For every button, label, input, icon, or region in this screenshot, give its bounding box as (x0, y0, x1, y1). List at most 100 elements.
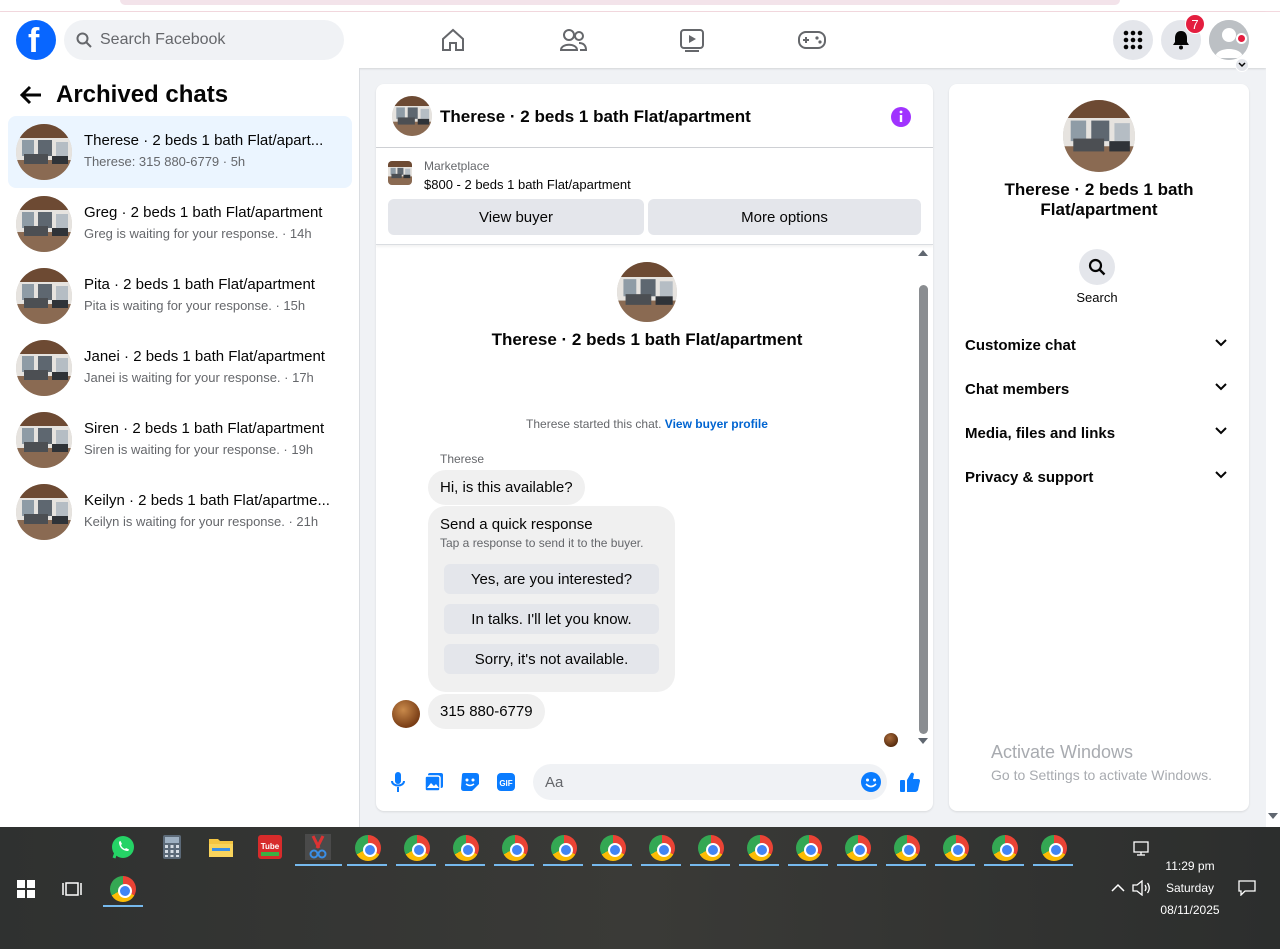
accordion-customize-chat[interactable]: Customize chat (957, 326, 1241, 366)
friends-icon[interactable] (557, 24, 589, 56)
listing-thumbnail (16, 196, 72, 252)
clock-time[interactable]: 11:29 pm (1150, 859, 1230, 873)
info-icon[interactable] (890, 106, 912, 128)
accordion-label: Customize chat (965, 337, 1076, 354)
search-box[interactable] (64, 20, 344, 60)
activate-windows-watermark: Activate Windows (991, 742, 1134, 762)
chrome-profile-icon[interactable] (698, 835, 724, 861)
chrome-profile-icon[interactable] (404, 835, 430, 861)
photo-icon[interactable] (422, 770, 446, 794)
listing-thumbnail (617, 262, 677, 322)
chat-preview: Pita is waiting for your response. · 15h (84, 298, 306, 313)
gaming-icon[interactable] (796, 24, 828, 56)
message-bubble[interactable]: 315 880-6779 (428, 694, 545, 729)
chrome-profile-icon[interactable] (453, 835, 479, 861)
facebook-logo-icon[interactable]: f (16, 20, 56, 60)
listing-thumbnail[interactable] (1063, 100, 1135, 172)
chevron-down-icon[interactable] (1235, 58, 1249, 72)
emoji-icon[interactable] (859, 770, 883, 794)
microphone-icon[interactable] (386, 770, 410, 794)
chat-preview: Therese: 315 880-6779 · 5h (84, 154, 246, 169)
gif-icon[interactable]: GIF (494, 770, 518, 794)
svg-text:Tube: Tube (261, 842, 280, 851)
file-explorer-icon[interactable] (207, 833, 235, 861)
accordion-privacy-support[interactable]: Privacy & support (957, 458, 1241, 498)
chrome-profile-icon[interactable] (110, 876, 136, 902)
chat-preview: Janei is waiting for your response. · 17… (84, 370, 314, 385)
search-icon (76, 32, 92, 48)
quick-response-option[interactable]: Yes, are you interested? (444, 564, 659, 594)
running-apps-underline (347, 864, 1075, 866)
scrollbar-thumb[interactable] (919, 285, 928, 734)
chrome-profile-icon[interactable] (796, 835, 822, 861)
scroll-down-arrow[interactable] (918, 738, 928, 744)
accordion-chat-members[interactable]: Chat members (957, 370, 1241, 410)
page-scroll-down-arrow[interactable] (1268, 813, 1278, 819)
scroll-up-arrow[interactable] (918, 250, 928, 256)
chrome-profile-icon[interactable] (355, 835, 381, 861)
more-options-button[interactable]: More options (648, 199, 921, 235)
tab-strip-decoration (120, 0, 1120, 5)
chrome-profile-icon[interactable] (747, 835, 773, 861)
accordion-media-files-links[interactable]: Media, files and links (957, 414, 1241, 454)
browser-top-strip (0, 0, 1280, 12)
chat-list-item[interactable]: Pita · 2 beds 1 bath Flat/apartment Pita… (8, 260, 352, 332)
chat-list-item[interactable]: Siren · 2 beds 1 bath Flat/apartment Sir… (8, 404, 352, 476)
listing-thumbnail (16, 124, 72, 180)
chrome-profile-icon[interactable] (992, 835, 1018, 861)
task-view-icon[interactable] (58, 875, 86, 903)
chat-list-item[interactable]: Keilyn · 2 beds 1 bath Flat/apartme... K… (8, 476, 352, 548)
calculator-icon[interactable] (158, 833, 186, 861)
windows-start-icon[interactable] (12, 875, 40, 903)
video-icon[interactable] (676, 24, 708, 56)
chevron-down-icon (1215, 339, 1227, 347)
message-thread[interactable]: Therese · 2 beds 1 bath Flat/apartment T… (376, 246, 933, 754)
youtube-downloader-icon[interactable]: Tube (256, 833, 284, 861)
chat-list-item[interactable]: Janei · 2 beds 1 bath Flat/apartment Jan… (8, 332, 352, 404)
chat-details-panel: Therese · 2 beds 1 bath Flat/apartment S… (949, 84, 1249, 811)
whatsapp-icon[interactable] (109, 833, 137, 861)
page-scrollbar[interactable] (1266, 12, 1280, 827)
message-input[interactable] (533, 764, 887, 800)
search-input[interactable] (100, 20, 330, 60)
quick-response-option[interactable]: Sorry, it's not available. (444, 644, 659, 674)
chrome-profile-icon[interactable] (1041, 835, 1067, 861)
quick-response-option[interactable]: In talks. I'll let you know. (444, 604, 659, 634)
menu-grid-button[interactable] (1113, 20, 1153, 60)
chrome-profile-icon[interactable] (649, 835, 675, 861)
listing-thumbnail[interactable] (392, 96, 432, 136)
quick-response-card: Send a quick response Tap a response to … (428, 506, 675, 692)
search-icon (1088, 258, 1106, 276)
chrome-profile-icon[interactable] (943, 835, 969, 861)
snipping-tool-icon[interactable] (304, 833, 332, 861)
home-icon[interactable] (437, 24, 469, 56)
message-bubble[interactable]: Hi, is this available? (428, 470, 585, 505)
profile-alert-dot (1236, 33, 1247, 44)
accordion-label: Privacy & support (965, 469, 1094, 486)
view-buyer-button[interactable]: View buyer (388, 199, 644, 235)
thumbs-up-icon[interactable] (898, 770, 922, 794)
chat-list-item[interactable]: Therese · 2 beds 1 bath Flat/apart... Th… (8, 116, 352, 188)
chrome-profile-icon[interactable] (551, 835, 577, 861)
chrome-profile-icon[interactable] (600, 835, 626, 861)
sticker-icon[interactable] (458, 770, 482, 794)
search-in-conversation-button[interactable] (1079, 249, 1115, 285)
chat-list-item[interactable]: Greg · 2 beds 1 bath Flat/apartment Greg… (8, 188, 352, 260)
chat-name: Siren · 2 beds 1 bath Flat/apartment (84, 420, 325, 437)
listing-price-title[interactable]: $800 - 2 beds 1 bath Flat/apartment (424, 177, 631, 192)
back-arrow-icon[interactable] (20, 85, 42, 105)
clock-day[interactable]: Saturday (1150, 881, 1230, 895)
listing-thumbnail (388, 161, 412, 185)
chrome-profile-icon[interactable] (894, 835, 920, 861)
view-buyer-profile-link[interactable]: View buyer profile (665, 417, 768, 431)
conversation-panel: Therese · 2 beds 1 bath Flat/apartment M… (376, 84, 933, 811)
action-center-icon[interactable] (1233, 874, 1261, 902)
chrome-profile-icon[interactable] (502, 835, 528, 861)
conversation-title[interactable]: Therese · 2 beds 1 bath Flat/apartment (440, 107, 751, 127)
chrome-profile-icon[interactable] (845, 835, 871, 861)
archived-chats-panel: Archived chats Therese · 2 beds 1 bath F… (0, 68, 360, 827)
clock-date[interactable]: 08/11/2025 (1150, 903, 1230, 917)
page-title: Archived chats (56, 81, 229, 108)
notifications-button[interactable]: 7 (1161, 14, 1205, 60)
sender-avatar[interactable] (392, 700, 420, 728)
